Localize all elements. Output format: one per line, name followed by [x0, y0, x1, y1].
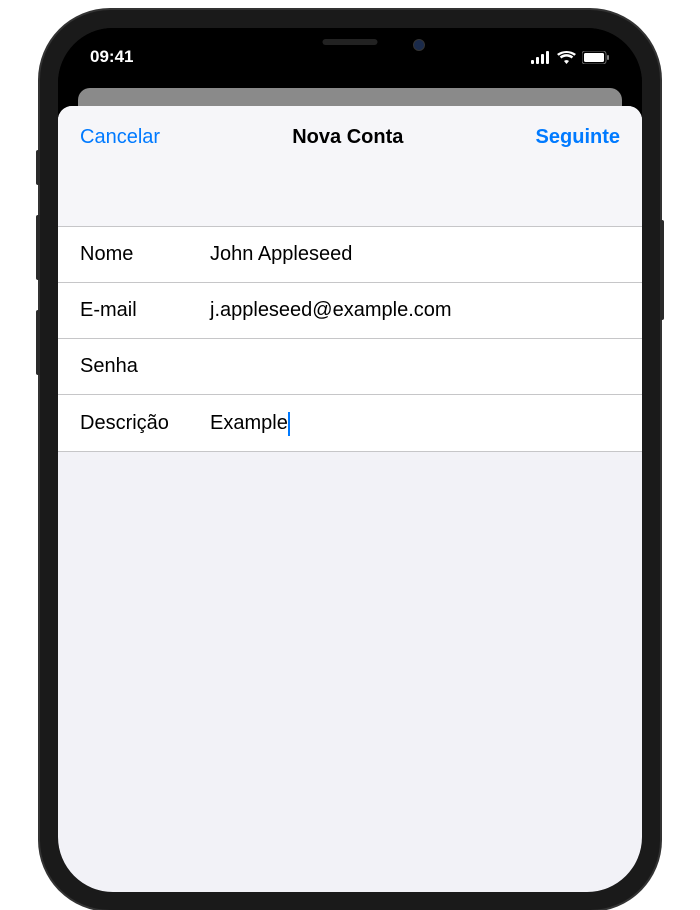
- email-field[interactable]: j.appleseed@example.com: [210, 299, 620, 322]
- notch: [245, 28, 455, 62]
- status-time: 09:41: [90, 39, 133, 67]
- modal-sheet: Cancelar Nova Conta Seguinte Nome John A…: [58, 106, 642, 892]
- description-value: Example: [210, 412, 288, 434]
- nav-bar: Cancelar Nova Conta Seguinte: [58, 106, 642, 226]
- form-section: Nome John Appleseed E-mail j.appleseed@e…: [58, 226, 642, 452]
- form-row-email[interactable]: E-mail j.appleseed@example.com: [58, 283, 642, 339]
- cellular-signal-icon: [531, 51, 551, 64]
- form-row-password[interactable]: Senha: [58, 339, 642, 395]
- description-label: Descrição: [80, 412, 210, 435]
- form-row-description[interactable]: Descrição Example: [58, 395, 642, 451]
- wifi-icon: [557, 51, 576, 64]
- cancel-button[interactable]: Cancelar: [80, 126, 160, 149]
- next-button[interactable]: Seguinte: [536, 126, 620, 149]
- battery-icon: [582, 51, 610, 64]
- text-cursor-icon: [288, 412, 290, 436]
- name-field[interactable]: John Appleseed: [210, 243, 620, 266]
- name-label: Nome: [80, 243, 210, 266]
- screen: 09:41: [58, 28, 642, 892]
- description-field[interactable]: Example: [210, 412, 620, 435]
- phone-frame: 09:41: [40, 10, 660, 910]
- email-label: E-mail: [80, 299, 210, 322]
- phone-side-buttons: [36, 150, 40, 405]
- form-row-name[interactable]: Nome John Appleseed: [58, 227, 642, 283]
- nav-title: Nova Conta: [292, 126, 403, 149]
- status-icons: [531, 43, 610, 64]
- phone-power-button: [660, 220, 664, 320]
- password-label: Senha: [80, 355, 210, 378]
